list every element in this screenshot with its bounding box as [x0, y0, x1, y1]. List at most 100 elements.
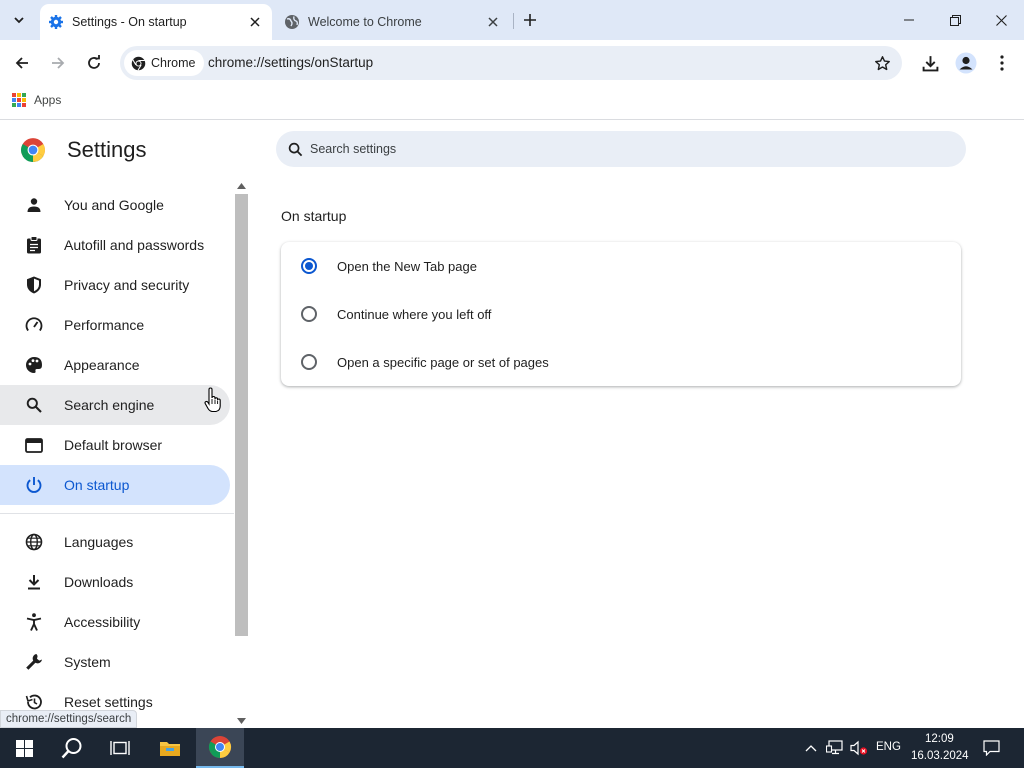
minimize-button[interactable] [886, 0, 932, 40]
clock-date[interactable]: 16.03.2024 [911, 750, 969, 762]
startup-options-card: Open the New Tab page Continue where you… [281, 242, 961, 386]
sidebar-item-label: Reset settings [64, 694, 153, 710]
start-button[interactable] [0, 728, 48, 768]
task-view-icon [110, 741, 130, 755]
scroll-down-arrow-icon[interactable] [237, 716, 246, 726]
sidebar-divider [0, 513, 234, 514]
show-hidden-icons-button[interactable] [800, 728, 822, 768]
menu-button[interactable] [989, 50, 1015, 76]
tab-welcome[interactable]: Welcome to Chrome [276, 4, 510, 40]
sidebar-item-languages[interactable]: Languages [0, 522, 230, 562]
close-icon[interactable] [246, 13, 264, 31]
section-title: On startup [281, 208, 347, 224]
accessibility-icon [24, 612, 44, 632]
download-icon [24, 572, 44, 592]
plus-icon [524, 14, 536, 26]
bookmarks-bar: Apps [0, 86, 1024, 120]
bookmark-star-icon[interactable] [872, 53, 892, 73]
apps-label: Apps [34, 93, 62, 107]
sidebar-item-on-startup[interactable]: On startup [0, 465, 230, 505]
site-info-chip[interactable]: Chrome [124, 50, 205, 76]
sidebar-scrollbar[interactable] [234, 181, 249, 728]
sidebar-item-appearance[interactable]: Appearance [0, 345, 230, 385]
sidebar-item-label: Search engine [64, 397, 155, 413]
globe-icon [24, 532, 44, 552]
sidebar-item-label: Appearance [64, 357, 140, 373]
palette-icon [24, 355, 44, 375]
wrench-icon [24, 652, 44, 672]
restore-button[interactable] [932, 0, 978, 40]
apps-shortcut[interactable]: Apps [12, 93, 61, 107]
speaker-muted-icon [850, 740, 868, 756]
download-icon [922, 55, 938, 71]
tab-search-button[interactable] [6, 8, 32, 32]
avatar-icon [955, 52, 977, 74]
sidebar-item-label: Downloads [64, 574, 134, 590]
new-tab-button[interactable] [519, 9, 541, 31]
settings-search-box[interactable] [276, 131, 966, 167]
volume-tray-icon[interactable] [848, 728, 870, 768]
power-icon [24, 475, 44, 495]
tab-settings[interactable]: Settings - On startup [40, 4, 272, 40]
startup-option-continue[interactable]: Continue where you left off [281, 290, 961, 338]
sidebar-item-label: On startup [64, 477, 130, 493]
sidebar-item-label: You and Google [64, 197, 164, 213]
radio-button[interactable] [301, 258, 317, 274]
chrome-taskbar-button[interactable] [196, 728, 244, 768]
input-language[interactable]: ENG [876, 741, 901, 753]
radio-button[interactable] [301, 306, 317, 322]
chrome-logo-icon [209, 736, 231, 758]
close-icon[interactable] [484, 13, 502, 31]
sidebar-item-system[interactable]: System [0, 642, 230, 682]
file-explorer-button[interactable] [146, 728, 194, 768]
startup-option-new-tab[interactable]: Open the New Tab page [281, 242, 961, 290]
search-input[interactable] [310, 142, 910, 156]
downloads-button[interactable] [917, 50, 943, 76]
sidebar-item-autofill[interactable]: Autofill and passwords [0, 225, 230, 265]
settings-page: Settings You and Google Autofill and pas… [0, 121, 1024, 728]
windows-logo-icon [15, 739, 33, 757]
scroll-up-arrow-icon[interactable] [237, 181, 246, 191]
sidebar-item-label: Privacy and security [64, 277, 190, 293]
sidebar-item-downloads[interactable]: Downloads [0, 562, 230, 602]
taskbar-search-button[interactable] [48, 728, 96, 768]
sidebar-item-you-and-google[interactable]: You and Google [0, 185, 230, 225]
back-button[interactable] [8, 49, 36, 77]
notifications-button[interactable] [976, 728, 1006, 768]
sidebar-item-performance[interactable]: Performance [0, 305, 230, 345]
startup-option-specific-pages[interactable]: Open a specific page or set of pages [281, 338, 961, 386]
address-bar[interactable]: Chrome chrome://settings/onStartup [120, 46, 902, 80]
option-label: Open a specific page or set of pages [337, 354, 549, 370]
reload-icon [88, 55, 100, 69]
more-vert-icon [1000, 55, 1004, 71]
sidebar-item-accessibility[interactable]: Accessibility [0, 602, 230, 642]
sidebar-item-label: System [64, 654, 111, 670]
scrollbar-thumb[interactable] [235, 194, 248, 636]
tab-strip: Settings - On startup Welcome to Chrome [0, 0, 1024, 40]
url-text[interactable]: chrome://settings/onStartup [208, 55, 373, 70]
sidebar-item-privacy[interactable]: Privacy and security [0, 265, 230, 305]
notification-icon [982, 740, 1000, 756]
radio-button[interactable] [301, 354, 317, 370]
tab-separator [513, 13, 514, 29]
tab-title: Settings - On startup [72, 15, 187, 29]
sidebar-item-default-browser[interactable]: Default browser [0, 425, 230, 465]
chevron-up-icon [805, 745, 817, 752]
page-title: Settings [67, 137, 147, 162]
forward-button[interactable] [44, 49, 72, 77]
clipboard-icon [24, 235, 44, 255]
reload-button[interactable] [80, 49, 108, 77]
sidebar-item-label: Performance [64, 317, 145, 333]
network-tray-icon[interactable] [824, 728, 846, 768]
history-icon [24, 692, 44, 712]
clock-time[interactable]: 12:09 [925, 733, 954, 745]
close-window-button[interactable] [978, 0, 1024, 40]
sidebar-item-label: Autofill and passwords [64, 237, 205, 253]
chrome-logo-icon [130, 55, 146, 71]
sidebar-item-search-engine[interactable]: Search engine [0, 385, 230, 425]
option-label: Continue where you left off [337, 306, 492, 322]
profile-button[interactable] [953, 50, 979, 76]
hand-cursor-icon [204, 387, 221, 413]
task-view-button[interactable] [96, 728, 144, 768]
globe-icon [284, 14, 300, 30]
